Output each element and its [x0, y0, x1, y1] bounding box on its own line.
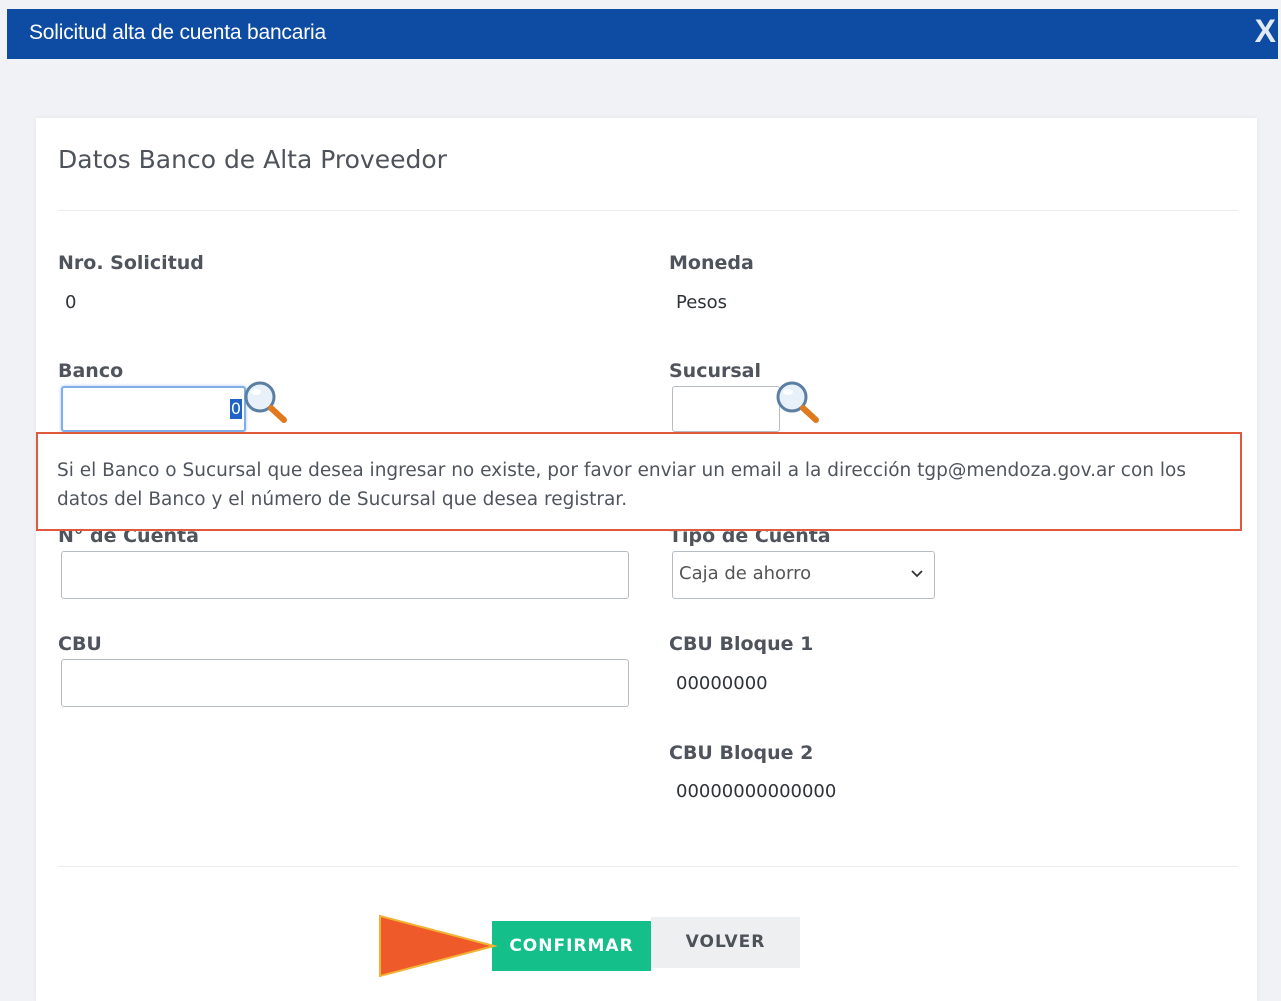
footer-divider	[58, 866, 1238, 867]
arrow-pointer-icon	[379, 914, 497, 978]
cbu-bloque1-label: CBU Bloque 1	[669, 633, 814, 655]
banco-search-icon[interactable]	[241, 378, 289, 426]
bank-notice-text: Si el Banco o Sucursal que desea ingresa…	[57, 460, 1186, 510]
moneda-value: Pesos	[676, 292, 728, 313]
cbu-bloque2-label: CBU Bloque 2	[669, 742, 814, 764]
sucursal-label: Sucursal	[669, 360, 762, 382]
cbu-input[interactable]	[61, 659, 629, 707]
banco-input[interactable]	[61, 386, 246, 432]
cbu-bloque1-value: 00000000	[676, 673, 768, 694]
moneda-label: Moneda	[669, 252, 754, 274]
heading-divider	[58, 210, 1238, 211]
bank-notice-box: Si el Banco o Sucursal que desea ingresa…	[36, 432, 1242, 531]
volver-button[interactable]: VOLVER	[651, 917, 800, 968]
confirmar-button[interactable]: CONFIRMAR	[492, 921, 651, 971]
nro-solicitud-label: Nro. Solicitud	[58, 252, 204, 274]
chevron-down-icon	[911, 570, 923, 578]
dialog-titlebar: Solicitud alta de cuenta bancaria X	[7, 9, 1278, 59]
cbu-bloque2-value: 00000000000000	[676, 781, 837, 802]
sucursal-search-icon[interactable]	[773, 378, 821, 426]
form-heading: Datos Banco de Alta Proveedor	[58, 145, 447, 174]
nro-solicitud-value: 0	[65, 292, 77, 313]
tipo-cuenta-select[interactable]: Caja de ahorro	[672, 551, 935, 599]
close-button[interactable]: X	[1255, 13, 1276, 50]
banco-label: Banco	[58, 360, 124, 382]
sucursal-input[interactable]	[672, 386, 780, 432]
cbu-label: CBU	[58, 633, 102, 655]
nro-cuenta-input[interactable]	[61, 551, 629, 599]
dialog-title: Solicitud alta de cuenta bancaria	[29, 21, 326, 44]
tipo-cuenta-selected: Caja de ahorro	[679, 563, 812, 584]
